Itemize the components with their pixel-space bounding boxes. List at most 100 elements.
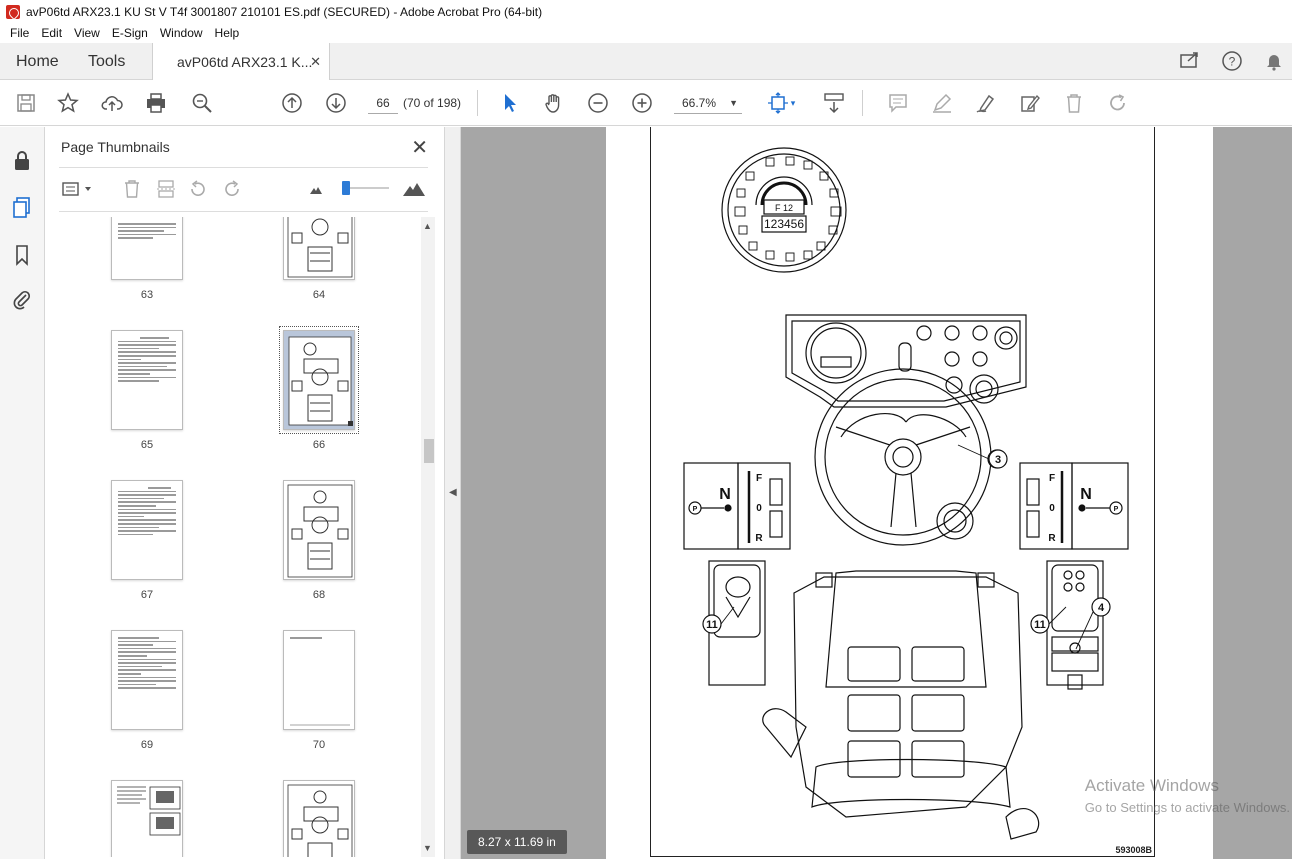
zoom-level-value: 66.7% bbox=[682, 96, 717, 110]
menu-view[interactable]: View bbox=[68, 26, 106, 40]
thumbnail-page-number: 68 bbox=[312, 589, 326, 601]
callout-4: 4 bbox=[1098, 602, 1105, 614]
close-tab-icon[interactable]: ✕ bbox=[310, 54, 321, 70]
callout-11-left: 11 bbox=[706, 619, 718, 631]
panel-divider bbox=[59, 211, 428, 212]
scroll-mode-icon[interactable] bbox=[822, 91, 846, 115]
next-page-icon[interactable] bbox=[324, 91, 348, 115]
save-icon[interactable] bbox=[14, 91, 38, 115]
notifications-bell-icon[interactable] bbox=[1262, 49, 1286, 73]
thumbnail-size-slider[interactable] bbox=[342, 181, 389, 195]
park-label-left: P bbox=[693, 506, 698, 513]
zoom-search-icon[interactable] bbox=[190, 91, 214, 115]
page-thumbnail[interactable] bbox=[111, 630, 183, 730]
toolbar-separator bbox=[862, 90, 863, 116]
thumbnail-page-number: 64 bbox=[312, 289, 326, 301]
toolbar-separator bbox=[477, 90, 478, 116]
page-thumbnail-selected[interactable] bbox=[279, 326, 359, 434]
share-screen-icon[interactable] bbox=[1178, 49, 1202, 73]
thumbnail-options-menu-icon[interactable] bbox=[61, 178, 95, 200]
menu-edit[interactable]: Edit bbox=[35, 26, 68, 40]
thumbnail-page-number: 70 bbox=[312, 739, 326, 751]
watermark-line-1: Activate Windows bbox=[1084, 776, 1219, 795]
page-thumbnails-icon[interactable] bbox=[10, 195, 34, 219]
attachments-paperclip-icon[interactable] bbox=[10, 287, 34, 311]
scroll-down-arrow-icon[interactable]: ▼ bbox=[423, 843, 432, 853]
comment-icon[interactable] bbox=[886, 91, 910, 115]
neutral-label-right: N bbox=[1080, 486, 1092, 503]
fit-page-dropdown-icon[interactable]: ▾ bbox=[788, 91, 798, 115]
chevron-down-icon: ▼ bbox=[729, 98, 738, 108]
highlight-pen-icon[interactable] bbox=[930, 91, 954, 115]
window-title: avP06td ARX23.1 KU St V T4f 3001807 2101… bbox=[26, 4, 543, 19]
menu-esign[interactable]: E-Sign bbox=[106, 26, 154, 40]
neutral-label-left: N bbox=[719, 486, 731, 503]
document-view[interactable]: F 12 123456 3 4 11 11 N N F 0 R F 0 R P … bbox=[461, 127, 1292, 859]
zoom-out-icon[interactable] bbox=[586, 91, 610, 115]
page-thumbnail[interactable] bbox=[283, 217, 355, 280]
delete-page-icon[interactable] bbox=[121, 178, 143, 200]
page-thumbnail[interactable] bbox=[111, 217, 183, 280]
print-icon[interactable] bbox=[144, 91, 168, 115]
large-thumbnail-mountain-icon[interactable] bbox=[401, 178, 427, 200]
menu-file[interactable]: File bbox=[4, 26, 35, 40]
thumbnail-page-number: 67 bbox=[140, 589, 154, 601]
scrollbar-thumb[interactable] bbox=[424, 439, 434, 463]
activate-windows-watermark: Activate Windows Go to Settings to activ… bbox=[1085, 775, 1290, 819]
thumbnail-scrollbar[interactable]: ▲ ▼ bbox=[421, 217, 435, 857]
zoom-in-icon[interactable] bbox=[630, 91, 654, 115]
collapse-panel-arrow-icon[interactable]: ◀ bbox=[449, 487, 457, 498]
page-count-label: (70 of 198) bbox=[403, 96, 462, 110]
figure-code: 593008B bbox=[1115, 845, 1152, 855]
page-thumbnail[interactable] bbox=[111, 330, 183, 430]
tab-home[interactable]: Home bbox=[16, 43, 59, 80]
small-thumbnail-mountain-icon[interactable] bbox=[305, 178, 327, 200]
gauge-hours-text: 123456 bbox=[764, 217, 804, 231]
page-size-badge: 8.27 x 11.69 in bbox=[467, 830, 567, 854]
page-thumbnail[interactable] bbox=[111, 780, 183, 857]
zoom-level-select[interactable]: 66.7% ▼ bbox=[674, 92, 742, 114]
lock-icon[interactable] bbox=[10, 149, 34, 173]
bookmark-star-icon[interactable] bbox=[56, 91, 80, 115]
hand-tool-icon[interactable] bbox=[542, 91, 566, 115]
callout-3: 3 bbox=[995, 454, 1001, 466]
menu-window[interactable]: Window bbox=[154, 26, 209, 40]
scroll-up-arrow-icon[interactable]: ▲ bbox=[423, 221, 432, 231]
extract-page-icon[interactable] bbox=[155, 178, 177, 200]
gauge-gear-text: F 12 bbox=[775, 203, 793, 213]
cab-controls-diagram: F 12 123456 3 4 11 11 N N F 0 R F 0 R P … bbox=[683, 147, 1129, 840]
page-thumbnails-panel: Page Thumbnails ✕ 63 64 65 66 67 68 69 7… bbox=[45, 127, 445, 859]
rotate-left-icon[interactable] bbox=[187, 178, 209, 200]
menu-help[interactable]: Help bbox=[209, 26, 246, 40]
navigation-rail bbox=[0, 127, 45, 859]
page-thumbnail[interactable] bbox=[283, 780, 355, 857]
fit-page-icon[interactable] bbox=[766, 91, 790, 115]
rotate-right-icon[interactable] bbox=[221, 178, 243, 200]
page-thumbnail[interactable] bbox=[111, 480, 183, 580]
redo-icon[interactable] bbox=[1106, 91, 1130, 115]
tab-tools[interactable]: Tools bbox=[88, 43, 125, 80]
thumbnail-page-number: 65 bbox=[140, 439, 154, 451]
tab-bar: Home Tools avP06td ARX23.1 K... ✕ ? bbox=[0, 43, 1292, 81]
slider-knob[interactable] bbox=[342, 181, 350, 195]
previous-page-icon[interactable] bbox=[280, 91, 304, 115]
delete-icon[interactable] bbox=[1062, 91, 1086, 115]
reverse-label-right: R bbox=[1048, 533, 1056, 544]
panel-divider bbox=[59, 167, 428, 168]
page-thumbnail[interactable] bbox=[283, 630, 355, 730]
select-cursor-icon[interactable] bbox=[498, 91, 522, 115]
draw-sign-icon[interactable] bbox=[974, 91, 998, 115]
edit-pdf-icon[interactable] bbox=[1018, 91, 1042, 115]
thumbnail-list[interactable]: 63 64 65 66 67 68 69 70 bbox=[59, 217, 419, 857]
bookmarks-icon[interactable] bbox=[10, 243, 34, 267]
panel-splitter[interactable]: ◀ bbox=[445, 127, 461, 859]
menu-bar: File Edit View E-Sign Window Help bbox=[0, 23, 1292, 43]
help-icon[interactable]: ? bbox=[1220, 49, 1244, 73]
page-thumbnail[interactable] bbox=[283, 480, 355, 580]
acrobat-icon bbox=[6, 4, 20, 19]
tab-document[interactable]: avP06td ARX23.1 K... ✕ bbox=[152, 43, 330, 81]
park-label-right: P bbox=[1114, 506, 1119, 513]
page-number-input[interactable]: 66 bbox=[368, 92, 398, 114]
upload-cloud-icon[interactable] bbox=[100, 91, 124, 115]
close-panel-icon[interactable]: ✕ bbox=[411, 135, 428, 160]
